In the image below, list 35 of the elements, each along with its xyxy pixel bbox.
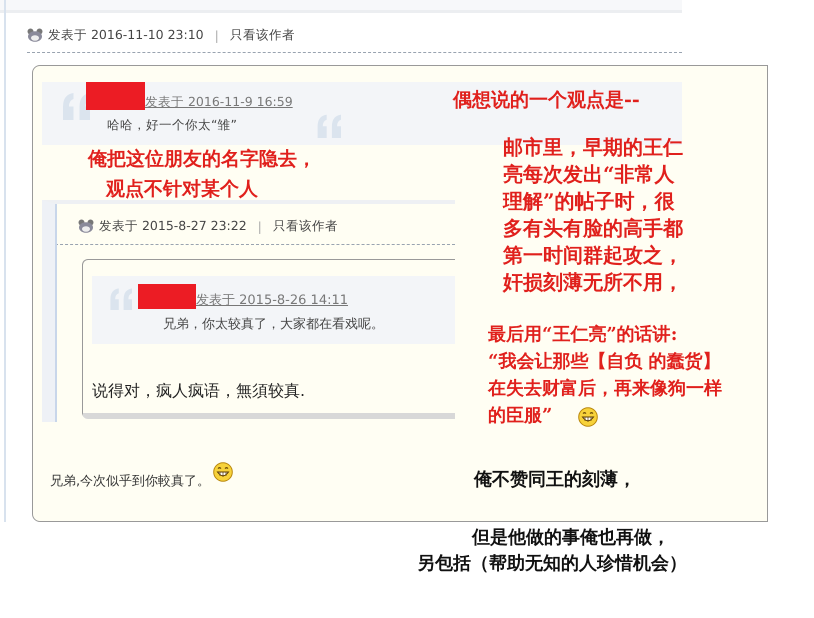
quote-source-link[interactable]: 发表于 2015-8-26 14:11 bbox=[196, 291, 348, 309]
annotation-text: 另包括（帮助无知的人珍惜机会） bbox=[417, 552, 687, 576]
grinning-smiley-icon bbox=[578, 407, 598, 427]
quote-mark-icon bbox=[60, 90, 93, 123]
annotation-text: 第一时间群起攻之， bbox=[503, 242, 683, 269]
annotation-text: 俺不赞同王的刻薄， bbox=[474, 468, 636, 492]
post-time: 发表于 2016-11-10 23:10 bbox=[48, 26, 204, 44]
annotation-text: 偶想说的一个观点是-- bbox=[453, 88, 640, 113]
annotation-text: 俺把这位朋友的名字隐去， bbox=[88, 147, 316, 172]
separator: | bbox=[258, 218, 262, 234]
annotation-text: 邮市里，早期的王仁 bbox=[503, 134, 683, 161]
annotation-text: 在失去财富后，再来像狗一样 bbox=[488, 377, 722, 401]
annotation-text: 的臣服” bbox=[488, 404, 552, 428]
post-time: 发表于 2015-8-27 23:22 bbox=[99, 218, 247, 234]
reply-text: 兄弟,今次似乎到你較真了。 bbox=[50, 473, 210, 490]
author-only-link[interactable]: 只看该作者 bbox=[272, 218, 338, 234]
annotation-text: 亮每次发出“非常人 bbox=[503, 161, 675, 188]
annotation-text: 奸损刻薄无所不用， bbox=[503, 269, 683, 296]
reply-text: 说得对，疯人疯语，無須较真. bbox=[92, 381, 306, 402]
annotation-text: 理解”的帖子时，很 bbox=[503, 188, 675, 215]
annotation-text: “我会让那些【自负 的蠢货】 bbox=[488, 350, 721, 374]
quote-mark-icon bbox=[108, 286, 134, 312]
annotation-text: 多有头有脸的高手都 bbox=[503, 215, 683, 242]
quote-text: 哈哈，好一个你太“雏” bbox=[107, 117, 237, 134]
quote-mark-icon bbox=[315, 112, 344, 141]
separator: | bbox=[214, 28, 219, 42]
annotation-text: 但是他做的事俺也再做， bbox=[472, 526, 670, 550]
annotation-text: 观点不针对某个人 bbox=[106, 177, 258, 202]
annotation-text: 最后用“王仁亮”的话讲: bbox=[488, 323, 678, 347]
quote-text: 兄弟，你太较真了，大家都在看戏呢。 bbox=[163, 316, 384, 333]
quote-source-link[interactable]: 发表于 2016-11-9 16:59 bbox=[145, 94, 293, 111]
bear-face-icon bbox=[78, 219, 94, 233]
author-only-link[interactable]: 只看该作者 bbox=[230, 26, 295, 44]
grinning-smiley-icon bbox=[213, 462, 233, 482]
bear-face-icon bbox=[27, 28, 43, 42]
